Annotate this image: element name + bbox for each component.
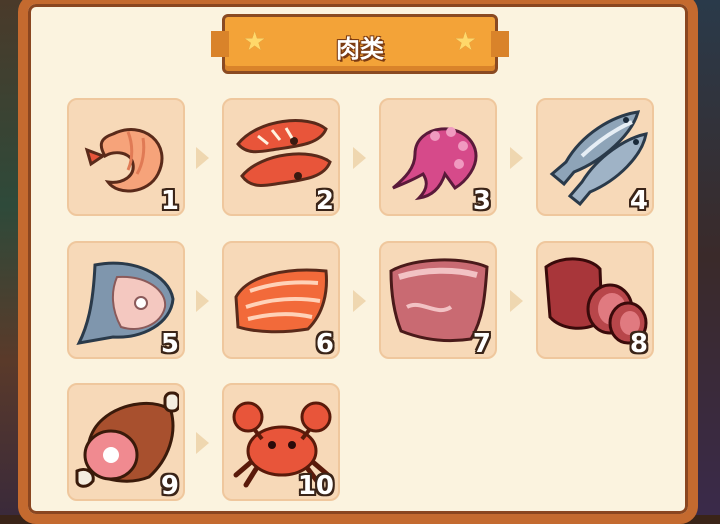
item-tile-6[interactable]: 6 <box>222 241 340 359</box>
item-tile-4[interactable]: 4 <box>536 98 654 216</box>
item-number: 9 <box>160 471 179 501</box>
item-tile-2[interactable]: 2 <box>222 98 340 216</box>
item-number: 4 <box>629 186 648 216</box>
chevron-right-icon <box>196 432 209 454</box>
chevron-right-icon <box>510 290 523 312</box>
item-tile-10[interactable]: 10 <box>222 383 340 501</box>
chevron-right-icon <box>196 290 209 312</box>
item-tile-5[interactable]: 5 <box>67 241 185 359</box>
item-number: 2 <box>315 186 334 216</box>
chevron-right-icon <box>510 147 523 169</box>
title-banner: ★ 肉类 ★ <box>211 14 509 74</box>
chevron-right-icon <box>196 147 209 169</box>
item-number: 1 <box>160 186 179 216</box>
item-number: 8 <box>629 329 648 359</box>
item-tile-9[interactable]: 9 <box>67 383 185 501</box>
item-number: 6 <box>315 329 334 359</box>
item-tile-1[interactable]: 1 <box>67 98 185 216</box>
item-tile-8[interactable]: 8 <box>536 241 654 359</box>
item-number: 3 <box>472 186 491 216</box>
chevron-right-icon <box>353 290 366 312</box>
star-icon: ★ <box>453 27 477 57</box>
item-number: 10 <box>297 471 334 501</box>
item-tile-3[interactable]: 3 <box>379 98 497 216</box>
chevron-right-icon <box>353 147 366 169</box>
item-number: 5 <box>160 329 179 359</box>
item-number: 7 <box>472 329 491 359</box>
item-tile-7[interactable]: 7 <box>379 241 497 359</box>
